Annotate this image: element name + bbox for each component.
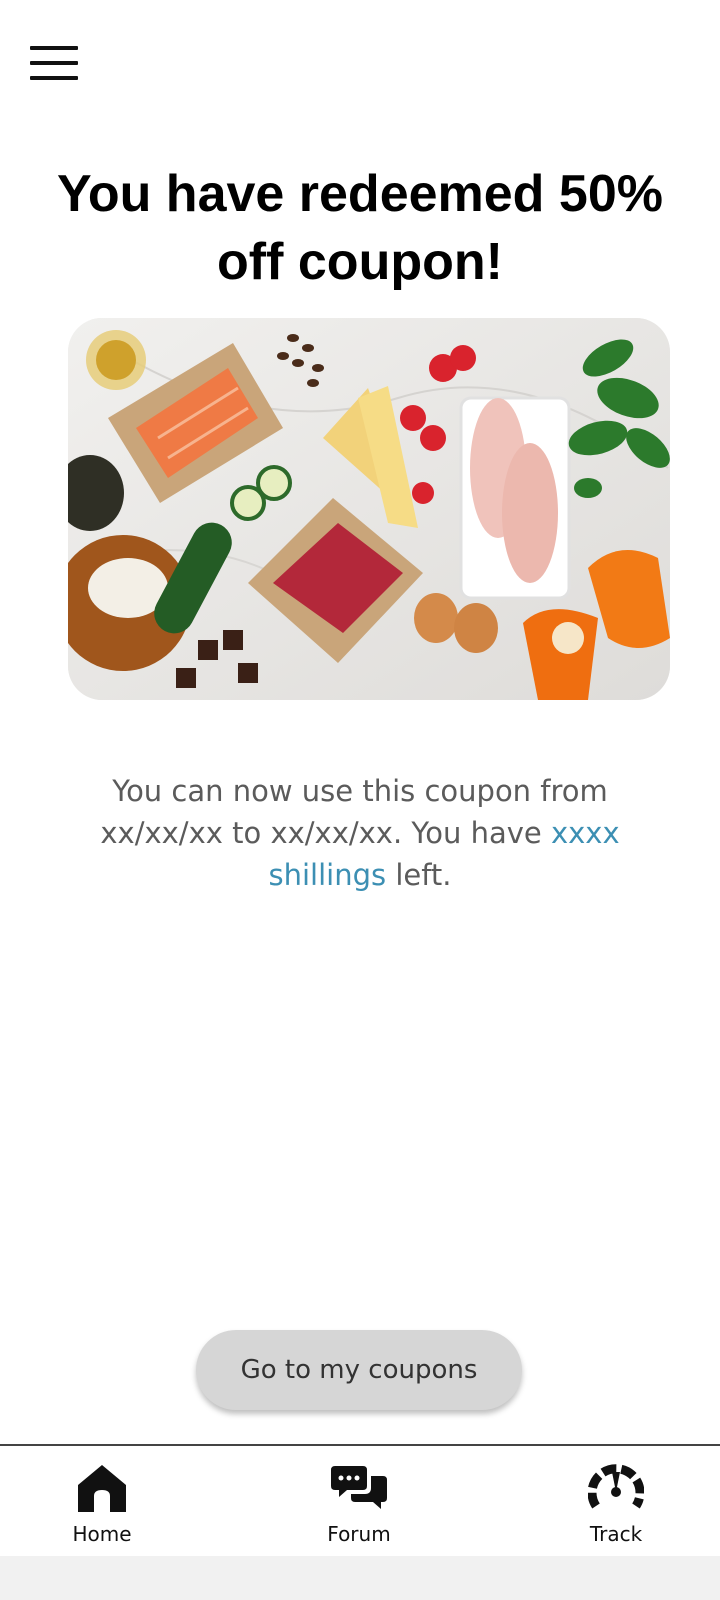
nav-label-track: Track — [589, 1522, 643, 1546]
nav-label-forum: Forum — [327, 1522, 391, 1546]
food-spread-image — [68, 318, 670, 700]
home-icon — [78, 1465, 126, 1512]
go-to-coupons-button[interactable]: Go to my coupons — [196, 1330, 522, 1410]
message-text: You can now use this coupon from xx/xx/x… — [100, 774, 608, 850]
nav-item-track[interactable]: Track — [551, 1446, 681, 1556]
gauge-icon — [588, 1464, 644, 1509]
hamburger-menu-icon[interactable] — [30, 46, 78, 80]
chat-bubbles-icon — [331, 1466, 387, 1509]
menu-line — [30, 76, 78, 80]
menu-line — [30, 61, 78, 65]
page-title: You have redeemed 50% off coupon! — [57, 165, 663, 291]
nav-item-home[interactable]: Home — [37, 1446, 167, 1556]
menu-line — [30, 46, 78, 50]
nav-item-forum[interactable]: Forum — [294, 1446, 424, 1556]
nav-label-home: Home — [72, 1522, 132, 1546]
system-navigation-bar — [0, 1556, 720, 1600]
bottom-navigation: Home Forum Track — [0, 1444, 720, 1556]
coupon-message: You can now use this coupon from xx/xx/x… — [60, 770, 660, 896]
message-text-end: left. — [386, 858, 452, 892]
